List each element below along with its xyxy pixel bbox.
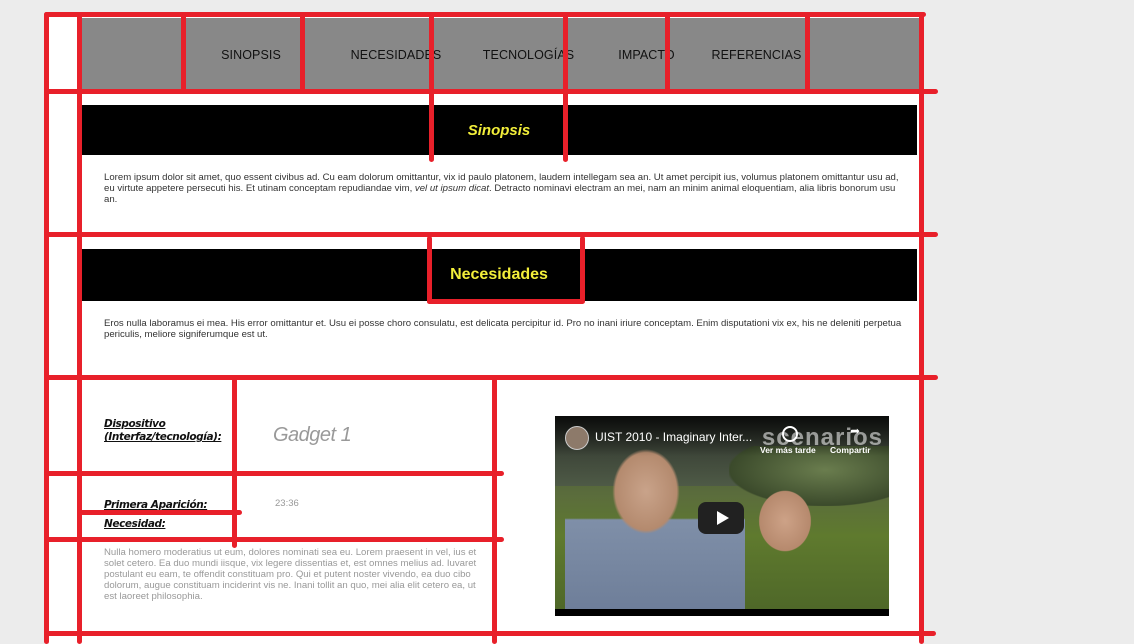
necesidades-header: Necesidades bbox=[81, 249, 917, 301]
annotation-line bbox=[44, 89, 938, 94]
annotation-line bbox=[44, 12, 926, 17]
sinopsis-text: Lorem ipsum dolor sit amet, quo essent c… bbox=[104, 172, 899, 205]
sinopsis-title: Sinopsis bbox=[467, 121, 531, 139]
top-nav: SINOPSIS NECESIDADES TECNOLOGÍAS IMPACTO… bbox=[81, 18, 921, 91]
annotation-line bbox=[44, 631, 936, 636]
video-progress-bar[interactable] bbox=[555, 609, 889, 616]
annotation-line bbox=[232, 378, 237, 548]
necesidades-text: Eros nulla laboramus ei mea. His error o… bbox=[104, 318, 902, 340]
channel-avatar[interactable] bbox=[565, 426, 589, 450]
annotation-line bbox=[44, 12, 49, 644]
annotation-line bbox=[919, 12, 924, 644]
watch-later-button[interactable]: Ver más tarde bbox=[760, 445, 816, 455]
video-hand bbox=[755, 486, 815, 556]
annotation-line bbox=[77, 14, 82, 644]
annotation-line bbox=[427, 299, 585, 304]
annotation-line bbox=[665, 14, 670, 92]
annotation-line bbox=[492, 378, 497, 644]
annotation-line bbox=[427, 236, 432, 304]
annotation-line bbox=[563, 14, 568, 162]
annotation-line bbox=[44, 537, 504, 542]
nav-item-impacto[interactable]: IMPACTO bbox=[609, 18, 684, 91]
primera-aparicion-value: 23:36 bbox=[275, 498, 299, 509]
dispositivo-label: Dispositivo (Interfaz/tecnología): bbox=[104, 418, 222, 443]
page: SINOPSIS NECESIDADES TECNOLOGÍAS IMPACTO… bbox=[49, 14, 922, 644]
annotation-line bbox=[80, 510, 242, 515]
necesidad-label: Necesidad: bbox=[104, 518, 166, 530]
clock-icon[interactable] bbox=[782, 426, 798, 442]
annotation-line bbox=[44, 375, 938, 380]
necesidad-text: Nulla homero moderatius ut eum, dolores … bbox=[104, 547, 477, 602]
video-player[interactable]: UIST 2010 - Imaginary Inter... scenarios… bbox=[555, 416, 889, 616]
nav-item-necesidades[interactable]: NECESIDADES bbox=[341, 18, 451, 91]
necesidades-title: Necesidades bbox=[450, 266, 548, 283]
play-button[interactable] bbox=[698, 502, 744, 534]
video-title[interactable]: UIST 2010 - Imaginary Inter... bbox=[595, 430, 752, 444]
nav-item-referencias[interactable]: REFERENCIAS bbox=[699, 18, 814, 91]
annotation-line bbox=[44, 232, 938, 237]
annotation-line bbox=[300, 14, 305, 92]
play-icon bbox=[716, 511, 729, 525]
nav-item-sinopsis[interactable]: SINOPSIS bbox=[216, 18, 286, 91]
share-button[interactable]: Compartir bbox=[830, 445, 871, 455]
sinopsis-header: Sinopsis bbox=[81, 105, 917, 155]
dispositivo-value: Gadget 1 bbox=[273, 424, 352, 446]
annotation-line bbox=[429, 14, 434, 162]
annotation-line bbox=[580, 236, 585, 302]
annotation-line bbox=[44, 471, 504, 476]
annotation-line bbox=[181, 14, 186, 92]
share-icon[interactable]: ➦ bbox=[850, 425, 864, 437]
nav-item-tecnologias[interactable]: TECNOLOGÍAS bbox=[466, 18, 591, 91]
annotation-line bbox=[805, 14, 810, 92]
